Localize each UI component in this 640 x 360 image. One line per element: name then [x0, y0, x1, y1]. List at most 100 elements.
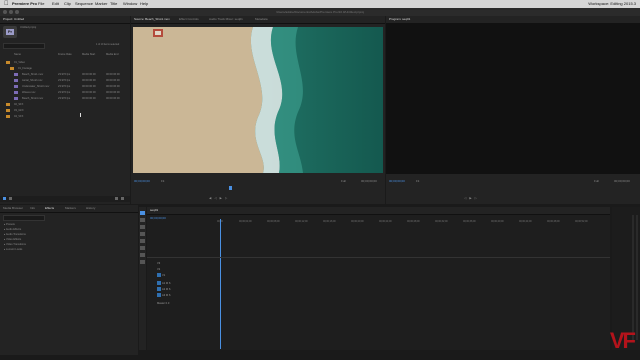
folder-icon	[6, 103, 10, 106]
app-menu[interactable]: Premiere Pro	[12, 0, 37, 8]
list-item[interactable]: Underwater_Shot3.mov 23.976 fps 00:00:00:0…	[2, 84, 128, 89]
program-timecode[interactable]: 00;00;00;00	[389, 179, 405, 183]
tab-info[interactable]: Info	[30, 205, 35, 212]
track-header-v2[interactable]: V2	[157, 267, 160, 272]
tab-effect-controls[interactable]: Effect Controls	[179, 16, 199, 23]
menu-help[interactable]: Help	[140, 0, 148, 8]
effects-list: ▸ Presets ▸ Audio Effects ▸ Audio Transi…	[4, 222, 124, 252]
ripple-edit-tool-icon[interactable]	[140, 225, 145, 229]
program-zoom-select[interactable]: Fit	[416, 179, 419, 183]
zoom-select[interactable]: Fit	[161, 179, 164, 183]
menu-clip[interactable]: Clip	[64, 0, 71, 8]
track-header-a1[interactable]: A1 M S	[157, 281, 171, 286]
list-item[interactable]: ▸ Lumetri Looks	[4, 247, 124, 252]
workspace-label[interactable]: Workspace: Editing 2015.3	[588, 0, 636, 8]
trash-icon[interactable]	[121, 197, 124, 200]
playhead-marker[interactable]	[229, 186, 232, 190]
tab-history[interactable]: History	[86, 205, 95, 212]
prog-step-forward-icon[interactable]: ▷	[475, 196, 480, 200]
tab-metadata[interactable]: Metadata	[255, 16, 268, 23]
list-item[interactable]: Waves.mov 23.976 fps 00:00:00:00 00:00:06:0…	[2, 90, 128, 95]
list-item[interactable]: 03_GFX	[2, 108, 128, 113]
list-view-icon[interactable]	[3, 197, 6, 200]
col-media-end[interactable]: Media End	[106, 52, 118, 57]
razor-tool-icon[interactable]	[140, 232, 145, 236]
menu-title[interactable]: Title	[110, 0, 117, 8]
source-timecode[interactable]: 00;00;00;00	[134, 179, 150, 183]
list-item[interactable]: Aerial_Shot2.mov 23.976 fps 00:00:00:00 00:…	[2, 78, 128, 83]
toggle-icon[interactable]	[157, 281, 161, 286]
list-item[interactable]: Beach_Shot4.mov 23.976 fps 00:00:00:00 00:0…	[2, 96, 128, 101]
program-transport: ◁▶▷	[464, 196, 480, 200]
clip-icon	[14, 97, 18, 100]
clip-icon	[14, 85, 18, 88]
tab-markers[interactable]: Markers	[65, 205, 76, 212]
tab-source[interactable]: Source: Beach_Shot1.mov	[134, 16, 170, 23]
track-header-a3[interactable]: A3 M S	[157, 293, 171, 298]
window-titlebar: /Users/adobe/Documents/Adobe/Premiere Pr…	[0, 8, 640, 16]
project-panel: Project: Untitled Pr Untitled.prproj 1 o…	[0, 16, 130, 204]
project-list: 01_Video 01_Footage Beach_Shot1.mov 23.97…	[2, 60, 128, 140]
list-item[interactable]: 01_Footage	[2, 66, 128, 71]
effects-search-input[interactable]	[3, 215, 45, 221]
close-window-button[interactable]	[3, 10, 7, 14]
toggle-icon[interactable]	[157, 293, 161, 298]
list-item[interactable]: 04_VFX	[2, 114, 128, 119]
slip-tool-icon[interactable]	[140, 239, 145, 243]
toggle-icon[interactable]	[157, 273, 161, 278]
type-tool-icon[interactable]	[140, 260, 145, 264]
project-name: Untitled.prproj	[20, 26, 37, 29]
menu-file[interactable]: File	[38, 0, 44, 8]
track-header-master[interactable]: Master 0.0	[157, 301, 169, 306]
tools-panel	[139, 207, 146, 350]
program-resolution-select[interactable]: Full	[594, 179, 599, 183]
meter-bar-left	[632, 215, 634, 340]
source-duration: 00;00;00;00	[361, 179, 377, 183]
tab-project[interactable]: Project: Untitled	[3, 16, 24, 23]
vf-watermark-logo: VF	[609, 328, 636, 353]
zoom-window-button[interactable]	[15, 10, 19, 14]
tab-audio-track-mixer[interactable]: Audio Track Mixer: seq01	[209, 16, 243, 23]
timeline-panel: seq01 00;00;00;00 00;00 00;00;04;00 00;0…	[147, 207, 610, 350]
search-input[interactable]	[3, 43, 45, 49]
minimize-window-button[interactable]	[9, 10, 13, 14]
timeline-ruler[interactable]: 00;00 00;00;04;00 00;00;08;00 00;00;12;0…	[217, 220, 607, 225]
program-duration: 00;00;00;00	[614, 179, 630, 183]
track-header-v3[interactable]: V3	[157, 261, 160, 266]
new-bin-icon[interactable]	[115, 197, 118, 200]
list-item[interactable]: 01_Video	[2, 60, 128, 65]
program-controls: 00;00;00;00 Fit Full 00;00;00;00 ◁▶▷	[386, 174, 640, 204]
pr-logo-icon: Pr	[6, 29, 14, 35]
icon-view-icon[interactable]	[9, 197, 12, 200]
window-title: /Users/adobe/Documents/Adobe/Premiere Pr…	[275, 10, 365, 14]
tab-program[interactable]: Program: seq01	[389, 16, 410, 23]
tab-effects[interactable]: Effects	[45, 205, 54, 212]
meter-bar-right	[636, 215, 638, 340]
menu-edit[interactable]: Edit	[52, 0, 59, 8]
folder-icon	[6, 61, 10, 64]
col-media-start[interactable]: Media Start	[82, 52, 95, 57]
pen-tool-icon[interactable]	[140, 246, 145, 250]
menu-marker[interactable]: Marker	[95, 0, 107, 8]
list-item[interactable]: Beach_Shot1.mov 23.976 fps 00:00:00:00 00:0…	[2, 72, 128, 77]
tab-media-browser[interactable]: Media Browser	[3, 205, 23, 212]
timeline-playhead[interactable]	[220, 219, 221, 349]
resolution-select[interactable]: Full	[341, 179, 346, 183]
track-header-v1[interactable]: V1	[157, 273, 165, 278]
selection-tool-icon[interactable]	[140, 211, 145, 215]
track-divider	[147, 257, 610, 258]
hand-tool-icon[interactable]	[140, 253, 145, 257]
col-name[interactable]: Name	[14, 52, 21, 57]
list-item[interactable]: 02_SFX	[2, 102, 128, 107]
clip-icon	[14, 73, 18, 76]
apple-icon[interactable]: 	[4, 0, 9, 8]
track-header-a2[interactable]: A2 M S	[157, 287, 171, 292]
col-frame-rate[interactable]: Frame Rate	[58, 52, 72, 57]
track-select-tool-icon[interactable]	[140, 218, 145, 222]
menu-window[interactable]: Window	[123, 0, 137, 8]
step-forward-icon[interactable]: ▷	[225, 196, 230, 200]
toggle-icon[interactable]	[157, 287, 161, 292]
timeline-timecode[interactable]: 00;00;00;00	[150, 216, 166, 220]
menu-sequence[interactable]: Sequence	[75, 0, 93, 8]
tab-sequence[interactable]: seq01	[150, 207, 158, 214]
